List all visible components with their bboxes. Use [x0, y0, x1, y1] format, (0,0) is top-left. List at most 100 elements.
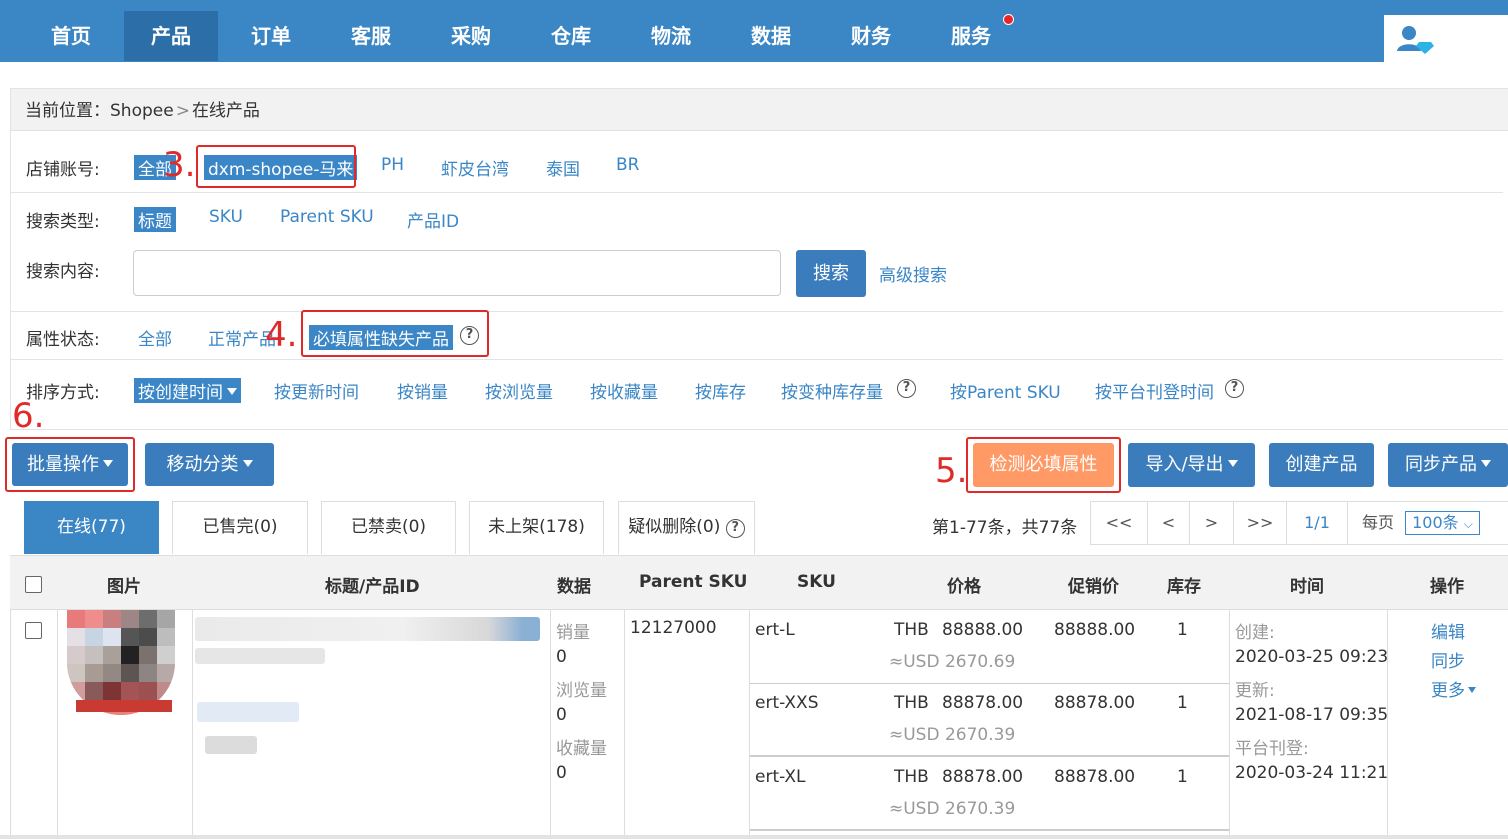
- variant-price: 88878.00: [942, 767, 1024, 787]
- attr-status-all[interactable]: 全部: [138, 325, 172, 350]
- tab-unlisted[interactable]: 未上架(178): [469, 501, 604, 554]
- next-page-button[interactable]: >: [1189, 501, 1234, 545]
- chevron-down-icon: ⌵: [1463, 517, 1473, 531]
- step-3-label: 3.: [163, 145, 196, 185]
- sort-by-sales[interactable]: 按销量: [397, 378, 448, 403]
- shop-option-tw[interactable]: 虾皮台湾: [441, 155, 509, 180]
- product-id-blurred[interactable]: [197, 702, 299, 722]
- updated-value: 2021-08-17 09:35: [1235, 705, 1389, 725]
- help-icon[interactable]: ?: [1225, 379, 1244, 398]
- divider: [1229, 610, 1230, 839]
- search-type-parent-sku[interactable]: Parent SKU: [280, 207, 374, 227]
- last-page-button[interactable]: >>: [1233, 501, 1287, 545]
- sort-by-created-label: 按创建时间: [138, 383, 223, 403]
- divider: [624, 610, 625, 839]
- breadcrumb-root[interactable]: Shopee: [110, 101, 174, 121]
- sort-by-stock[interactable]: 按库存: [695, 378, 746, 403]
- per-page-label: 每页: [1362, 513, 1395, 532]
- variant-currency: THB: [894, 767, 929, 787]
- listed-value: 2020-03-24 11:21: [1235, 763, 1389, 783]
- nav-warehouse[interactable]: 仓库: [524, 11, 618, 61]
- header-sku: SKU: [797, 572, 836, 592]
- divider: [11, 311, 1503, 312]
- variant-promo-price: 88888.00: [1054, 620, 1136, 640]
- shop-option-ph[interactable]: PH: [381, 155, 404, 175]
- caret-down-icon: [1481, 460, 1491, 467]
- nav-orders[interactable]: 订单: [224, 11, 318, 61]
- tab-suspected-deleted-label: 疑似删除(0): [628, 517, 721, 537]
- product-title-blurred[interactable]: [195, 617, 540, 641]
- sync-product-button[interactable]: 同步产品: [1388, 443, 1508, 487]
- header-actions: 操作: [1430, 577, 1464, 597]
- listed-label: 平台刊登:: [1235, 739, 1309, 759]
- nav-purchase[interactable]: 采购: [424, 11, 518, 61]
- search-input[interactable]: [133, 250, 781, 296]
- tab-online[interactable]: 在线(77): [24, 501, 159, 554]
- sort-by-favorites[interactable]: 按收藏量: [590, 378, 658, 403]
- header-data: 数据: [557, 577, 591, 597]
- user-menu[interactable]: [1384, 15, 1508, 62]
- move-category-button[interactable]: 移动分类: [145, 443, 274, 486]
- nav-data[interactable]: 数据: [724, 11, 818, 61]
- sync-link[interactable]: 同步: [1431, 647, 1465, 672]
- row-checkbox[interactable]: [25, 622, 42, 639]
- sort-by-parent-sku[interactable]: 按Parent SKU: [950, 378, 1061, 403]
- check-required-attrs-button[interactable]: 检测必填属性: [973, 443, 1114, 487]
- nav-products[interactable]: 产品: [124, 11, 218, 61]
- batch-operation-button[interactable]: 批量操作: [12, 443, 128, 486]
- pagination-summary: 第1-77条，共77条: [932, 518, 1078, 538]
- tab-suspected-deleted[interactable]: 疑似删除(0) ?: [618, 501, 755, 554]
- advanced-search-link[interactable]: 高级搜索: [879, 261, 947, 286]
- help-icon[interactable]: ?: [897, 379, 916, 398]
- sales-value: 0: [556, 647, 567, 667]
- variant-sku: ert-L: [755, 620, 795, 640]
- sort-by-listing-time[interactable]: 按平台刊登时间: [1095, 378, 1214, 403]
- import-export-button[interactable]: 导入/导出: [1128, 443, 1255, 487]
- divider: [750, 755, 1229, 757]
- step-6-label: 6.: [12, 396, 45, 436]
- variant-stock: 1: [1177, 767, 1188, 787]
- search-type-product-id[interactable]: 产品ID: [407, 207, 459, 232]
- variant-stock: 1: [1177, 693, 1188, 713]
- caret-down-icon: [103, 460, 113, 467]
- edit-link[interactable]: 编辑: [1431, 618, 1465, 643]
- divider: [11, 192, 1503, 193]
- sort-by-variant-stock[interactable]: 按变种库存量: [781, 378, 883, 403]
- caret-down-icon: [242, 460, 253, 467]
- search-button[interactable]: 搜索: [796, 250, 866, 297]
- help-icon[interactable]: ?: [725, 519, 745, 538]
- views-value: 0: [556, 705, 567, 725]
- nav-customer-service[interactable]: 客服: [324, 11, 418, 61]
- shop-option-th[interactable]: 泰国: [546, 155, 580, 180]
- divider: [750, 683, 1229, 684]
- sort-by-created[interactable]: 按创建时间: [134, 378, 241, 403]
- sort-by-views[interactable]: 按浏览量: [485, 378, 553, 403]
- sort-by-updated[interactable]: 按更新时间: [274, 378, 359, 403]
- nav-logistics[interactable]: 物流: [624, 11, 718, 61]
- shop-option-br[interactable]: BR: [616, 155, 639, 175]
- search-type-title[interactable]: 标题: [134, 207, 176, 232]
- header-image: 图片: [107, 577, 141, 597]
- breadcrumb: 当前位置：Shopee > 在线产品: [11, 89, 1508, 131]
- variant-promo-price: 88878.00: [1054, 767, 1136, 787]
- per-page-select[interactable]: 100条 ⌵: [1405, 511, 1480, 535]
- create-product-button[interactable]: 创建产品: [1269, 443, 1374, 487]
- prev-page-button[interactable]: <: [1147, 501, 1190, 545]
- first-page-button[interactable]: <<: [1090, 501, 1148, 545]
- tab-banned[interactable]: 已禁卖(0): [321, 501, 456, 554]
- search-content-label: 搜索内容:: [26, 262, 100, 282]
- variant-currency: THB: [894, 693, 929, 713]
- caret-down-icon: [227, 388, 237, 395]
- created-value: 2020-03-25 09:23: [1235, 647, 1389, 667]
- more-link[interactable]: 更多: [1431, 676, 1476, 701]
- search-type-sku[interactable]: SKU: [209, 207, 243, 227]
- select-all-checkbox[interactable]: [25, 576, 42, 593]
- nav-home[interactable]: 首页: [24, 11, 118, 61]
- search-type-label: 搜索类型:: [26, 212, 100, 232]
- sales-label: 销量: [556, 623, 590, 643]
- divider: [192, 610, 193, 839]
- variant-price-usd: ≈USD 2670.69: [889, 652, 1016, 672]
- per-page-value: 100条: [1412, 513, 1459, 532]
- tab-sold-out[interactable]: 已售完(0): [172, 501, 308, 554]
- nav-finance[interactable]: 财务: [824, 11, 918, 61]
